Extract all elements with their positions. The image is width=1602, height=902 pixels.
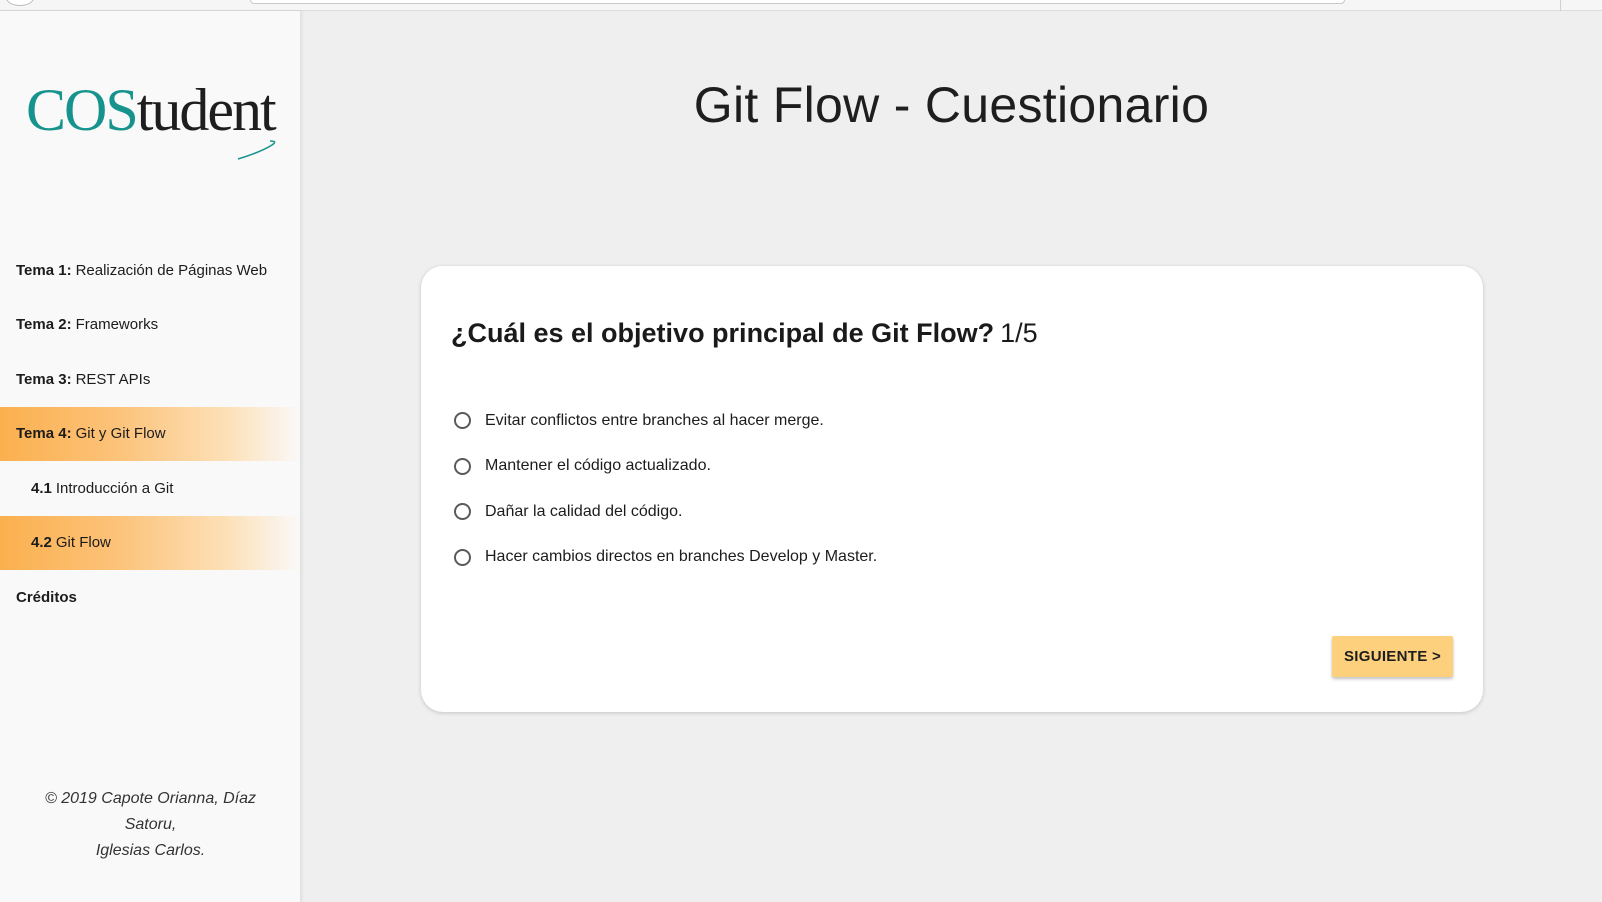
address-bar[interactable] xyxy=(250,0,1345,4)
quiz-card: ¿Cuál es el objetivo principal de Git Fl… xyxy=(421,266,1483,712)
answer-option[interactable]: Mantener el código actualizado. xyxy=(454,444,877,490)
sidebar-item-4-2[interactable]: 4.2 Git Flow xyxy=(0,515,301,570)
sidebar-item-number: 4.1 xyxy=(31,479,52,497)
browser-top-strip xyxy=(0,0,1602,11)
answer-option-label: Mantener el código actualizado. xyxy=(485,457,711,475)
sidebar-item-number: Tema 3: xyxy=(16,370,72,388)
sidebar-item-label: Git Flow xyxy=(55,534,111,552)
answer-option-label: Evitar conflictos entre branches al hace… xyxy=(485,411,824,429)
answer-option[interactable]: Hacer cambios directos en branches Devel… xyxy=(454,535,877,581)
answer-option[interactable]: Dañar la calidad del código. xyxy=(454,489,877,535)
sidebar-item-number: 4.2 xyxy=(31,534,52,552)
sidebar: COStudent Tema 1: Realización de Páginas… xyxy=(0,11,301,902)
question-counter: 1/5 xyxy=(1000,318,1038,348)
answer-option-label: Dañar la calidad del código. xyxy=(485,502,683,520)
copyright: © 2019 Capote Orianna, Díaz Satoru, Igle… xyxy=(0,786,301,864)
sidebar-item-label: REST APIs xyxy=(75,370,151,388)
sidebar-item-label: Git y Git Flow xyxy=(75,425,166,443)
sidebar-item-label: Realización de Páginas Web xyxy=(75,261,268,279)
sidebar-item-label: Introducción a Git xyxy=(55,479,174,497)
radio-button[interactable] xyxy=(454,457,471,475)
page-title: Git Flow - Cuestionario xyxy=(693,77,1210,133)
copyright-line: Iglesias Carlos. xyxy=(95,842,206,859)
answer-option-label: Hacer cambios directos en branches Devel… xyxy=(485,548,878,566)
sidebar-item-tema-2[interactable]: Tema 2: Frameworks xyxy=(0,298,301,353)
radio-button[interactable] xyxy=(454,412,471,430)
sidebar-item-label: Créditos xyxy=(16,588,77,606)
question-text: ¿Cuál es el objetivo principal de Git Fl… xyxy=(451,318,995,348)
sidebar-item-creditos[interactable]: Créditos xyxy=(0,570,301,625)
copyright-line: © 2019 Capote Orianna, Díaz Satoru, xyxy=(44,790,257,833)
answer-options: Evitar conflictos entre branches al hace… xyxy=(454,398,877,580)
sidebar-item-tema-4[interactable]: Tema 4: Git y Git Flow xyxy=(0,406,301,461)
sidebar-item-number: Tema 2: xyxy=(16,316,72,334)
radio-button[interactable] xyxy=(454,503,471,521)
sidebar-item-tema-1[interactable]: Tema 1: Realización de Páginas Web xyxy=(0,243,301,298)
browser-button[interactable] xyxy=(6,0,34,6)
radio-button[interactable] xyxy=(454,548,471,566)
sidebar-item-4-1[interactable]: 4.1 Introducción a Git xyxy=(0,461,301,516)
divider xyxy=(1560,0,1561,11)
sidebar-item-tema-3[interactable]: Tema 3: REST APIs xyxy=(0,352,301,407)
question: ¿Cuál es el objetivo principal de Git Fl… xyxy=(451,318,1038,349)
sidebar-item-label: Frameworks xyxy=(75,316,159,334)
answer-option[interactable]: Evitar conflictos entre branches al hace… xyxy=(454,398,877,444)
sidebar-nav: Tema 1: Realización de Páginas Web Tema … xyxy=(0,243,301,625)
next-button[interactable]: SIGUIENTE > xyxy=(1332,636,1453,677)
sidebar-item-number: Tema 4: xyxy=(16,425,72,443)
logo[interactable]: COStudent xyxy=(26,75,286,170)
sidebar-item-number: Tema 1: xyxy=(16,261,72,279)
logo-swoosh-icon xyxy=(237,140,276,160)
